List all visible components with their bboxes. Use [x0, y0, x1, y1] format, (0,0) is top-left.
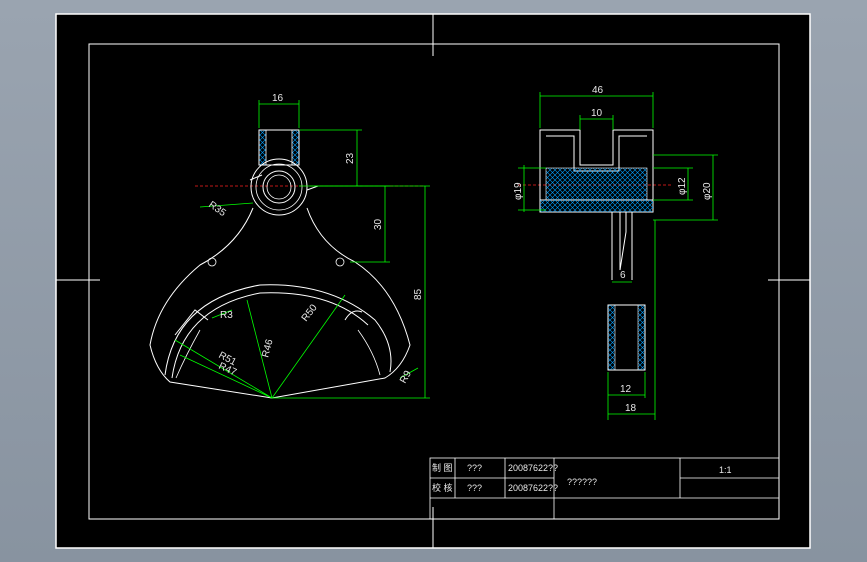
dim-height-85: 85: [413, 288, 424, 300]
title-row1-date: 20087622??: [508, 463, 558, 473]
bore-hatch: [545, 167, 648, 201]
dim-radius-r3: R3: [220, 310, 233, 321]
title-row1-label: 制 图: [432, 462, 453, 473]
dim-width-46: 46: [592, 85, 604, 96]
dim-width-10: 10: [591, 108, 603, 119]
title-row1-name: ???: [467, 463, 482, 473]
title-row2-date: 20087622??: [508, 483, 558, 493]
dim-dia-19: φ19: [513, 182, 524, 200]
title-part-name: ??????: [567, 477, 597, 487]
cad-drawing[interactable]: 16 23 R35 30 85 R3 R50 R46 R51 R47 R9 46…: [0, 0, 867, 562]
dim-width-18: 18: [625, 403, 637, 414]
dim-height-30: 30: [373, 218, 384, 230]
stem-hatch-right: [637, 304, 646, 371]
title-row2-label: 校 核: [432, 482, 453, 493]
dim-width-6: 6: [620, 270, 626, 281]
flange-hatch: [540, 200, 653, 212]
title-scale: 1:1: [719, 465, 732, 475]
title-row2-name: ???: [467, 483, 482, 493]
cad-viewport[interactable]: 16 23 R35 30 85 R3 R50 R46 R51 R47 R9 46…: [0, 0, 867, 562]
dim-width-16: 16: [272, 93, 284, 104]
dim-dia-20: φ20: [702, 182, 713, 200]
dim-dia-12: φ12: [677, 177, 688, 195]
stem-hatch-left: [607, 304, 616, 371]
dim-height-23: 23: [345, 152, 356, 164]
dim-width-12: 12: [620, 384, 632, 395]
